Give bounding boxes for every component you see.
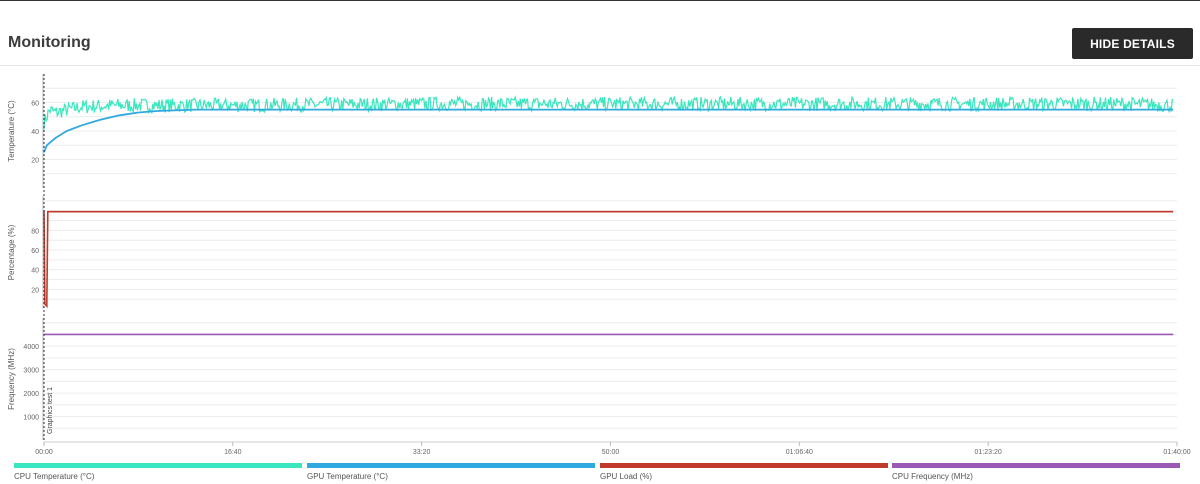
- chart-legend: CPU Temperature (°C) GPU Temperature (°C…: [0, 460, 1200, 484]
- x-tick-label: 00:00: [35, 449, 53, 456]
- page-title: Monitoring: [8, 34, 91, 51]
- legend-item-cpu-temperature[interactable]: CPU Temperature (°C): [14, 460, 302, 484]
- x-tick-label: 50:00: [602, 449, 620, 456]
- legend-label: CPU Temperature (°C): [14, 472, 95, 481]
- y-tick-label: 40: [31, 268, 39, 275]
- legend-item-cpu-frequency[interactable]: CPU Frequency (MHz): [892, 460, 1180, 484]
- y-tick-label: 80: [31, 228, 39, 235]
- y-axis-label: Temperature (°C): [7, 100, 16, 162]
- monitoring-header: Monitoring HIDE DETAILS: [0, 1, 1200, 66]
- x-tick-label: 01:23:20: [975, 449, 1002, 456]
- y-tick-label: 40: [31, 129, 39, 136]
- y-tick-label: 60: [31, 248, 39, 255]
- hide-details-button[interactable]: HIDE DETAILS: [1072, 28, 1193, 59]
- y-tick-label: 1000: [23, 415, 39, 422]
- y-tick-label: 20: [31, 287, 39, 294]
- legend-swatch: [307, 463, 595, 468]
- x-tick-label: 01:40:00: [1163, 449, 1190, 456]
- y-tick-label: 20: [31, 158, 39, 165]
- legend-item-gpu-temperature[interactable]: GPU Temperature (°C): [307, 460, 595, 484]
- series-line-gpu-load: [43, 210, 1174, 309]
- y-axis-label: Frequency (MHz): [7, 348, 16, 410]
- legend-swatch: [600, 463, 888, 468]
- y-tick-label: 4000: [23, 344, 39, 351]
- y-tick-label: 60: [31, 101, 39, 108]
- x-tick-label: 16:40: [224, 449, 242, 456]
- legend-swatch: [892, 463, 1180, 468]
- y-axis-label: Percentage (%): [7, 224, 16, 280]
- legend-item-gpu-load[interactable]: GPU Load (%): [600, 460, 888, 484]
- x-tick-label: 33:20: [413, 449, 431, 456]
- test-marker-label: Graphics test 1: [47, 387, 54, 434]
- legend-label: GPU Load (%): [600, 472, 653, 481]
- legend-swatch: [14, 463, 302, 468]
- y-tick-label: 2000: [23, 391, 39, 398]
- series-line-cpu-temperature: [43, 95, 1174, 130]
- legend-label: GPU Temperature (°C): [307, 472, 388, 481]
- y-tick-label: 3000: [23, 368, 39, 375]
- monitoring-chart: 20 40 60 Temperature (°C) 20 40 60 80 Percentage…: [7, 74, 1191, 456]
- legend-label: CPU Frequency (MHz): [892, 472, 973, 481]
- x-tick-label: 01:06:40: [786, 449, 813, 456]
